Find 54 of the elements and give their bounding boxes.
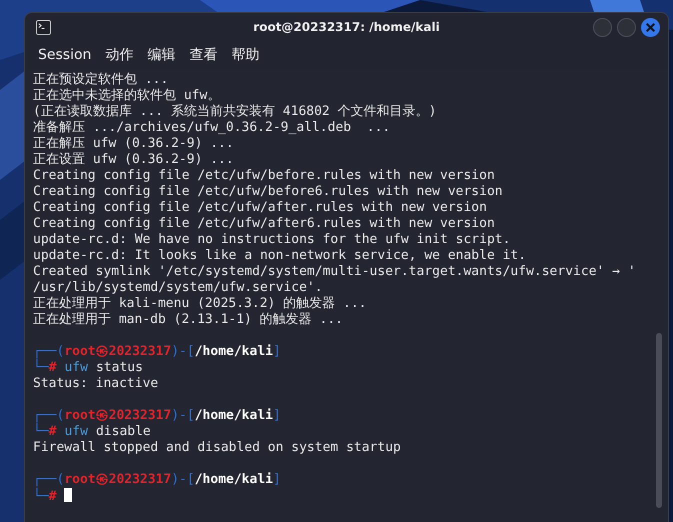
prompt-frame: ] <box>273 408 281 423</box>
prompt-frame: ┌──( <box>33 344 64 359</box>
prompt-frame: └─ <box>33 360 49 375</box>
terminal-output: Firewall stopped and disabled on system startup <box>33 440 401 455</box>
terminal-output: Created symlink '/etc/systemd/system/multi-user.target.wants/ufw.service' → ' <box>33 264 636 279</box>
menu-item[interactable]: 动作 <box>105 46 134 64</box>
prompt-user: root㉿20232317 <box>64 472 172 487</box>
prompt-path: /home/kali <box>194 408 273 423</box>
prompt-path: /home/kali <box>194 472 273 487</box>
terminal-output: (正在读取数据库 ... 系统当前共安装有 416802 个文件和目录。) <box>33 104 436 119</box>
terminal-output: /usr/lib/systemd/system/ufw.service'. <box>33 280 323 295</box>
terminal-output: update-rc.d: We have no instructions for the ufw init script. <box>33 232 510 247</box>
terminal-output: 正在选中未选择的软件包 ufw。 <box>33 88 220 103</box>
terminal-output: Creating config file /etc/ufw/after6.rules with new version <box>33 216 495 231</box>
prompt-frame: ┌──( <box>33 408 64 423</box>
terminal-output: Creating config file /etc/ufw/after.rules with new version <box>33 200 487 215</box>
window-title: root@20232317: /home/kali <box>253 20 440 34</box>
command-name: ufw <box>64 424 88 439</box>
terminal-output: Status: inactive <box>33 376 158 391</box>
terminal-output: 正在预设定软件包 ... <box>33 72 168 87</box>
prompt-frame: )-[ <box>171 408 195 423</box>
menu-item[interactable]: 查看 <box>189 46 218 64</box>
terminal-output: Creating config file /etc/ufw/before6.rules with new version <box>33 184 503 199</box>
terminal-output: 正在解压 ufw (0.36.2-9) ... <box>33 136 234 151</box>
terminal-output: 正在处理用于 man-db (2.13.1-1) 的触发器 ... <box>33 312 344 327</box>
close-button[interactable] <box>641 18 660 36</box>
command-args: disable <box>96 424 151 439</box>
prompt-frame: └─ <box>33 424 49 439</box>
menu-item[interactable]: 编辑 <box>147 46 176 64</box>
terminal-output: 正在处理用于 kali-menu (2025.3.2) 的触发器 ... <box>33 296 366 311</box>
prompt-symbol: # <box>48 489 56 504</box>
command-name: ufw <box>64 360 88 375</box>
scrollbar-thumb[interactable] <box>656 333 662 508</box>
terminal-output: Creating config file /etc/ufw/before.rules with new version <box>33 168 495 183</box>
prompt-frame: ┌──( <box>33 472 64 487</box>
prompt-symbol: # <box>48 360 56 375</box>
prompt-symbol: # <box>48 424 56 439</box>
prompt-path: /home/kali <box>194 344 273 359</box>
menu-item[interactable]: Session <box>38 47 92 63</box>
terminal-output: update-rc.d: It looks like a non-network service, we enable it. <box>33 248 526 263</box>
prompt-frame: )-[ <box>171 344 195 359</box>
prompt-user: root㉿20232317 <box>64 344 172 359</box>
terminal-output: 准备解压 .../archives/ufw_0.36.2-9_all.deb ... <box>33 120 390 135</box>
maximize-button[interactable] <box>617 18 636 36</box>
prompt-frame: ] <box>273 344 281 359</box>
prompt-frame: )-[ <box>171 472 195 487</box>
command-args: status <box>96 360 143 375</box>
terminal-output: 正在设置 ufw (0.36.2-9) ... <box>33 152 234 167</box>
menu-item[interactable]: 帮助 <box>231 46 260 64</box>
minimize-button[interactable] <box>593 18 612 36</box>
terminal-icon <box>36 20 51 34</box>
prompt-user: root㉿20232317 <box>64 408 172 423</box>
prompt-frame: └─ <box>33 489 49 504</box>
prompt-frame: ] <box>273 472 281 487</box>
